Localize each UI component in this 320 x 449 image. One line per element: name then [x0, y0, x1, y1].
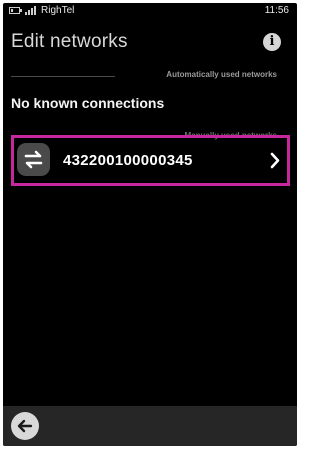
page-title: Edit networks — [11, 31, 128, 52]
empty-state-message: No known connections — [11, 95, 165, 111]
section-divider — [11, 76, 115, 77]
network-name: 432200100000345 — [63, 152, 193, 169]
chevron-right-icon[interactable] — [270, 152, 280, 169]
phone-screen: RighTel 11:56 Edit networks i Automatica… — [3, 3, 297, 446]
swap-arrows-icon — [17, 143, 50, 176]
signal-icon — [25, 6, 37, 15]
back-arrow-icon[interactable] — [11, 412, 39, 440]
network-list-item[interactable]: 432200100000345 — [15, 140, 286, 181]
info-icon[interactable]: i — [263, 33, 281, 51]
automatic-networks-header: Automatically used networks — [166, 70, 277, 79]
clock: 11:56 — [264, 5, 289, 16]
status-bar: RighTel 11:56 — [3, 3, 297, 19]
operator-name: RighTel — [41, 5, 75, 16]
bottom-toolbar — [3, 406, 297, 446]
battery-icon — [9, 7, 22, 14]
